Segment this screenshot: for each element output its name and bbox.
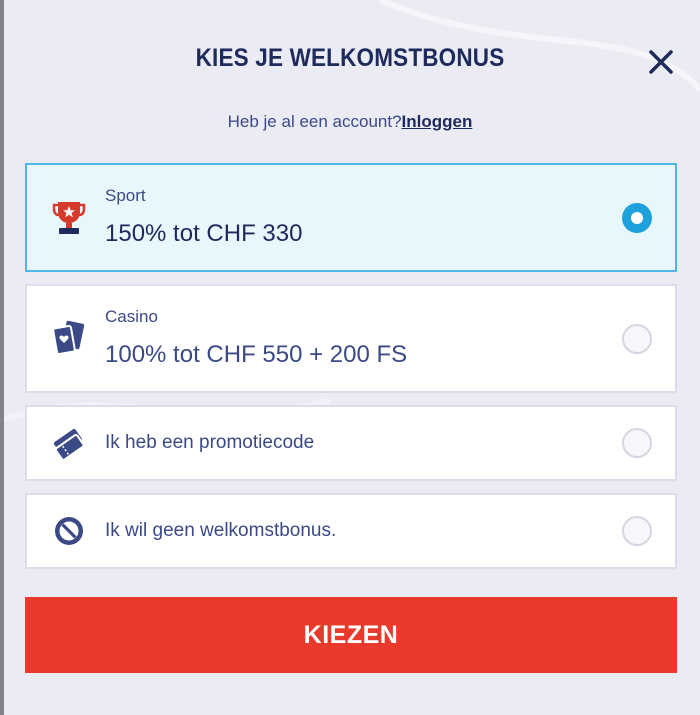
forbidden-icon xyxy=(55,517,83,545)
radio-promocode[interactable] xyxy=(622,428,652,458)
modal-header: KIES JE WELKOMSTBONUS xyxy=(0,0,700,100)
option-casino-label: Casino xyxy=(105,307,158,326)
trophy-icon xyxy=(52,202,86,234)
login-prompt-text: Heb je al een account? xyxy=(227,112,402,131)
option-sport-label: Sport xyxy=(105,186,146,205)
option-casino-value: 100% tot CHF 550 + 200 FS xyxy=(105,341,408,368)
radio-sport[interactable] xyxy=(622,203,652,233)
option-sport-value: 150% tot CHF 330 xyxy=(105,220,303,247)
option-no-bonus[interactable]: Ik wil geen welkomstbonus. xyxy=(25,493,677,569)
option-sport[interactable]: Sport 150% tot CHF 330 xyxy=(25,163,677,272)
close-icon xyxy=(649,50,673,74)
backdrop-edge xyxy=(0,0,4,715)
option-promocode-text: Ik heb een promotiecode xyxy=(105,432,315,453)
option-casino[interactable]: Casino 100% tot CHF 550 + 200 FS xyxy=(25,284,677,393)
option-promocode[interactable]: Ik heb een promotiecode xyxy=(25,405,677,481)
close-button[interactable] xyxy=(646,47,676,77)
login-link[interactable]: Inloggen xyxy=(402,112,473,131)
choose-button[interactable]: KIEZEN xyxy=(25,597,677,673)
ticket-icon xyxy=(53,428,85,461)
cards-icon xyxy=(52,320,85,356)
radio-casino[interactable] xyxy=(622,324,652,354)
radio-no-bonus[interactable] xyxy=(622,516,652,546)
modal-title: KIES JE WELKOMSTBONUS xyxy=(195,44,505,72)
option-no-bonus-text: Ik wil geen welkomstbonus. xyxy=(105,520,337,541)
login-prompt: Heb je al een account?Inloggen xyxy=(0,112,700,132)
